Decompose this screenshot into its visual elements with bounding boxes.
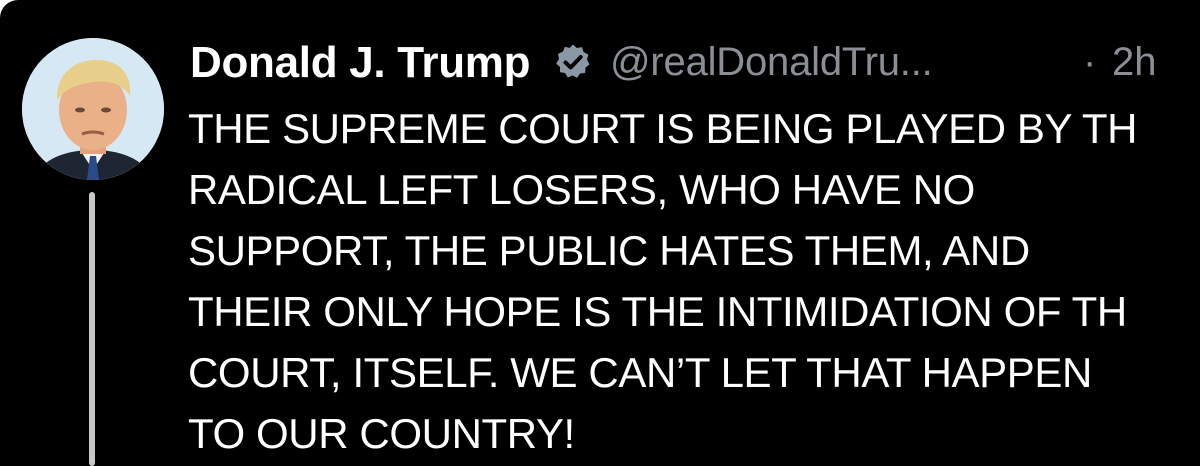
author-avatar[interactable] [22,38,164,180]
post-text-line: COURT, ITSELF. WE CAN’T LET THAT HAPPEN [188,349,1092,396]
post-timestamp[interactable]: 2h [1112,40,1157,85]
post-text-line: THEIR ONLY HOPE IS THE INTIMIDATION OF T… [188,288,1127,335]
author-handle[interactable]: @realDonaldTru... [610,40,933,85]
header-separator: · [1083,40,1097,84]
post-text-line: TO OUR COUNTRY! [188,410,575,457]
thread-connector-line [89,192,95,466]
post-header: Donald J. Trump @realDonaldTru... · 2h [190,36,1200,92]
profile-photo-icon [22,38,164,180]
post-text-line: THE SUPREME COURT IS BEING PLAYED BY TH [188,105,1138,152]
verified-badge-icon[interactable] [553,42,593,82]
post-text: THE SUPREME COURT IS BEING PLAYED BY TH … [188,98,1200,464]
author-display-name[interactable]: Donald J. Trump [190,38,531,88]
post-text-line: RADICAL LEFT LOSERS, WHO HAVE NO [188,166,975,213]
post-card[interactable]: Donald J. Trump @realDonaldTru... · 2h T… [0,0,1200,466]
post-text-line: SUPPORT, THE PUBLIC HATES THEM, AND [188,227,1030,274]
